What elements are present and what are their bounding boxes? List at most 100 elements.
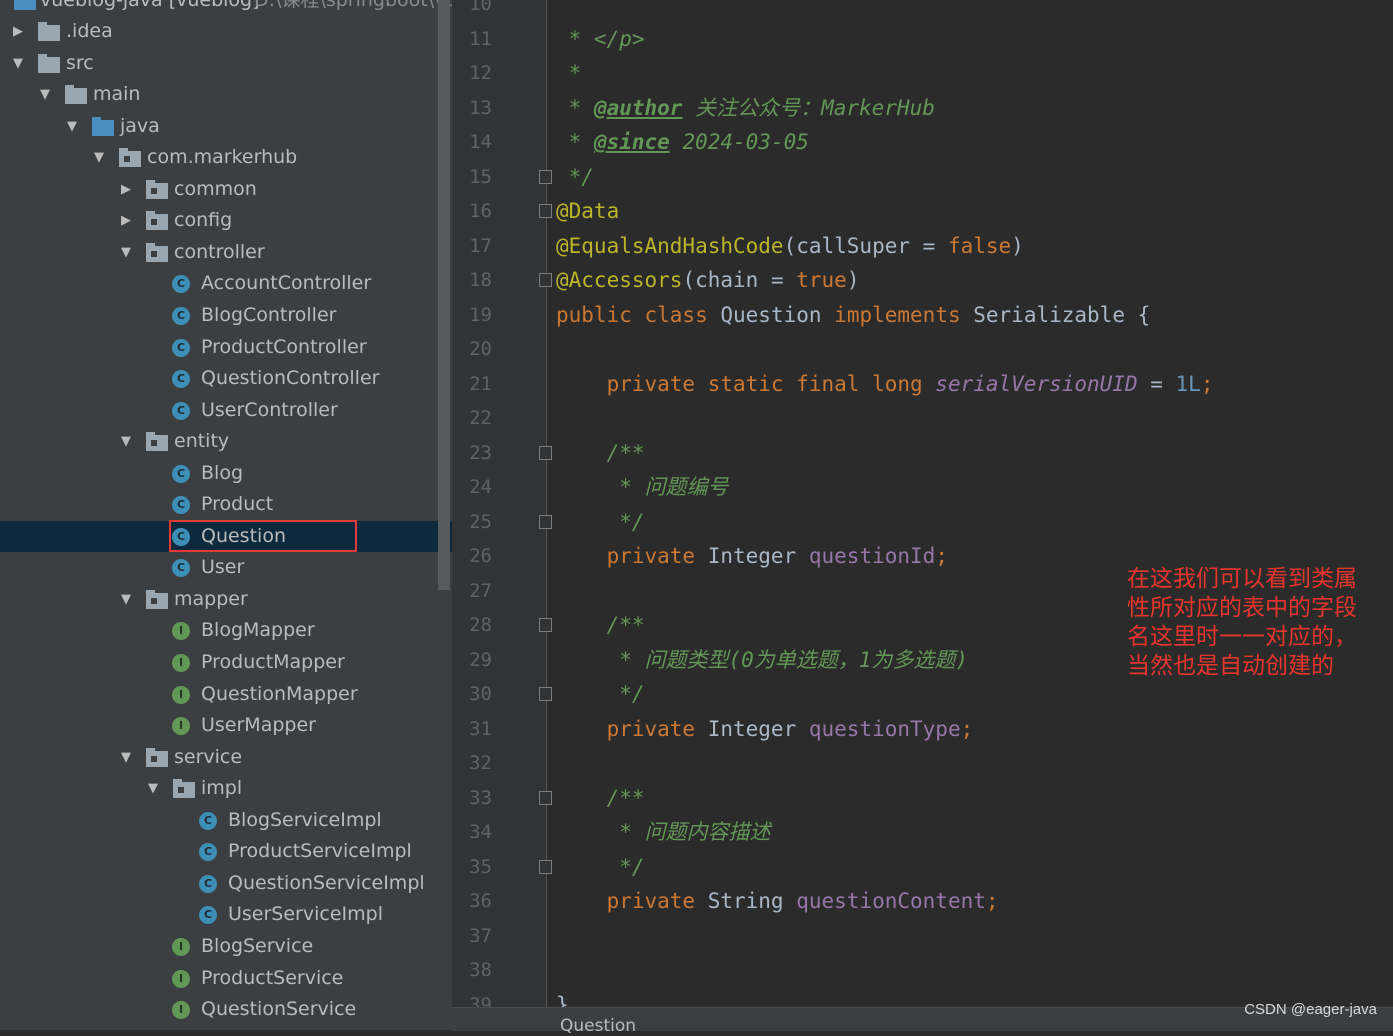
code-token: 1L (1175, 371, 1201, 396)
tree-item-userserviceimpl[interactable]: C UserServiceImpl (0, 899, 452, 930)
tree-item-entity[interactable]: ▼ entity (0, 426, 452, 457)
tree-item-user[interactable]: C User (0, 552, 452, 583)
breadcrumb-class[interactable]: Question (560, 1016, 636, 1036)
collapse-arrow-icon[interactable]: ▼ (118, 584, 134, 615)
tree-item-label: Product (201, 493, 274, 516)
tree-item-productmapper[interactable]: I ProductMapper (0, 647, 452, 678)
tree-item-questionserviceimpl[interactable]: C QuestionServiceImpl (0, 868, 452, 899)
code-line[interactable]: private static final long serialVersionU… (556, 367, 1214, 401)
line-number: 32 (469, 752, 492, 774)
tree-item-label: User (201, 556, 245, 579)
tree-item-service[interactable]: ▼ service (0, 742, 452, 773)
line-number: 29 (469, 648, 492, 671)
collapse-arrow-icon[interactable]: ▼ (118, 742, 134, 773)
tree-item-blogserviceimpl[interactable]: C BlogServiceImpl (0, 805, 452, 836)
code-line[interactable]: */ (556, 677, 644, 711)
tree-item-label: ProductController (201, 335, 367, 358)
tree-item-config[interactable]: ▶ config (0, 205, 452, 236)
line-number: 17 (469, 234, 492, 257)
code-line[interactable]: */ (556, 850, 644, 884)
tree-item-common[interactable]: ▶ common (0, 174, 452, 205)
tree-scrollbar[interactable] (438, 0, 450, 590)
code-line[interactable]: */ (556, 505, 644, 539)
code-line[interactable]: /** (556, 436, 645, 470)
code-line[interactable]: * 问题编号 (556, 470, 728, 504)
code-token: implements (834, 302, 974, 327)
tree-item-main[interactable]: ▼ main (0, 79, 452, 110)
tree-item-impl[interactable]: ▼ impl (0, 773, 452, 804)
tree-item-accountcontroller[interactable]: C AccountController (0, 268, 452, 299)
interface-icon: I (172, 1001, 190, 1020)
tree-item-controller[interactable]: ▼ controller (0, 237, 452, 268)
tree-item-com-markerhub[interactable]: ▼ com.markerhub (0, 142, 452, 173)
tree-item-src[interactable]: ▼ src (0, 48, 452, 79)
tree-item-java[interactable]: ▼ java (0, 111, 452, 142)
class-icon: C (199, 811, 217, 830)
project-root-row[interactable]: vueblog-java [vueblog] D:\课程\springboot\… (0, 0, 452, 16)
fold-marker-icon[interactable] (539, 204, 552, 218)
expand-arrow-icon[interactable]: ▶ (10, 16, 26, 47)
tree-item-blog[interactable]: C Blog (0, 458, 452, 489)
collapse-arrow-icon[interactable]: ▼ (10, 48, 26, 79)
selection-highlight-box (169, 520, 357, 552)
tree-item-productservice[interactable]: I ProductService (0, 963, 452, 994)
tree-item-blogmapper[interactable]: I BlogMapper (0, 615, 452, 646)
fold-marker-icon[interactable] (539, 790, 552, 805)
tree-item-label: impl (201, 777, 243, 800)
code-line[interactable]: @EqualsAndHashCode(callSuper = false) (556, 229, 1024, 263)
code-token: 2024-03-05 (669, 130, 809, 154)
code-line[interactable]: * (556, 56, 582, 90)
fold-marker-icon[interactable] (539, 618, 552, 632)
collapse-arrow-icon[interactable]: ▼ (64, 111, 80, 142)
gutter-divider (546, 0, 547, 1007)
tree-item-product[interactable]: C Product (0, 489, 452, 520)
code-line[interactable]: private Integer questionId; (556, 539, 948, 573)
tree-item-mapper[interactable]: ▼ mapper (0, 584, 452, 615)
tree-item-blogcontroller[interactable]: C BlogController (0, 300, 452, 331)
class-icon: C (172, 275, 190, 294)
code-line[interactable]: @Data (556, 194, 619, 228)
collapse-arrow-icon[interactable]: ▼ (118, 237, 134, 268)
fold-marker-icon[interactable] (539, 687, 552, 701)
code-line[interactable]: * 问题类型(0为单选题，1为多选题) (556, 643, 968, 677)
class-icon: C (172, 370, 190, 389)
expand-arrow-icon[interactable]: ▶ (118, 174, 134, 205)
collapse-arrow-icon[interactable]: ▼ (37, 79, 53, 110)
tree-item-label: mapper (174, 587, 248, 610)
class-icon: C (199, 874, 217, 893)
code-editor[interactable]: 10 11 * </p> 12 * 13 * @author 关注公众号：Marker… (452, 0, 1393, 1030)
code-token: Serializable { (973, 302, 1151, 327)
tree-item-questionservice[interactable]: I QuestionService (0, 994, 452, 1025)
tree-item-questionmapper[interactable]: I QuestionMapper (0, 679, 452, 710)
fold-marker-icon[interactable] (539, 169, 552, 184)
tree-item-productcontroller[interactable]: C ProductController (0, 332, 452, 363)
fold-marker-icon[interactable] (539, 445, 552, 460)
expand-arrow-icon[interactable]: ▶ (118, 205, 134, 236)
code-line[interactable]: private Integer questionType; (556, 712, 974, 746)
code-line[interactable]: /** (556, 781, 645, 815)
tree-item-label: common (174, 177, 257, 200)
tree-item-questioncontroller[interactable]: C QuestionController (0, 363, 452, 394)
tree-item--idea[interactable]: ▶ .idea (0, 16, 452, 47)
collapse-arrow-icon[interactable]: ▼ (145, 773, 161, 804)
tree-item-usermapper[interactable]: I UserMapper (0, 710, 452, 741)
code-line[interactable]: private String questionContent; (556, 884, 999, 918)
collapse-arrow-icon[interactable]: ▼ (118, 426, 134, 457)
code-line[interactable]: * 问题内容描述 (556, 815, 770, 849)
code-line[interactable]: /** (556, 608, 645, 642)
tree-item-productserviceimpl[interactable]: C ProductServiceImpl (0, 836, 452, 867)
tree-item-usercontroller[interactable]: C UserController (0, 395, 452, 426)
tree-item-blogservice[interactable]: I BlogService (0, 931, 452, 962)
code-line[interactable]: public class Question implements Seriali… (556, 298, 1150, 332)
code-line[interactable]: */ (556, 160, 594, 194)
fold-marker-icon[interactable] (539, 514, 552, 529)
fold-marker-icon[interactable] (539, 859, 552, 874)
fold-marker-icon[interactable] (539, 273, 552, 287)
code-line[interactable]: @Accessors(chain = true) (556, 263, 859, 297)
code-token: true (796, 268, 847, 292)
project-root-path: D:\课程\springboot\vu (254, 0, 452, 11)
code-line[interactable]: * </p> (556, 22, 645, 56)
code-line[interactable]: * @since 2024-03-05 (556, 125, 809, 159)
code-line[interactable]: * @author 关注公众号：MarkerHub (556, 91, 935, 125)
collapse-arrow-icon[interactable]: ▼ (91, 142, 107, 173)
